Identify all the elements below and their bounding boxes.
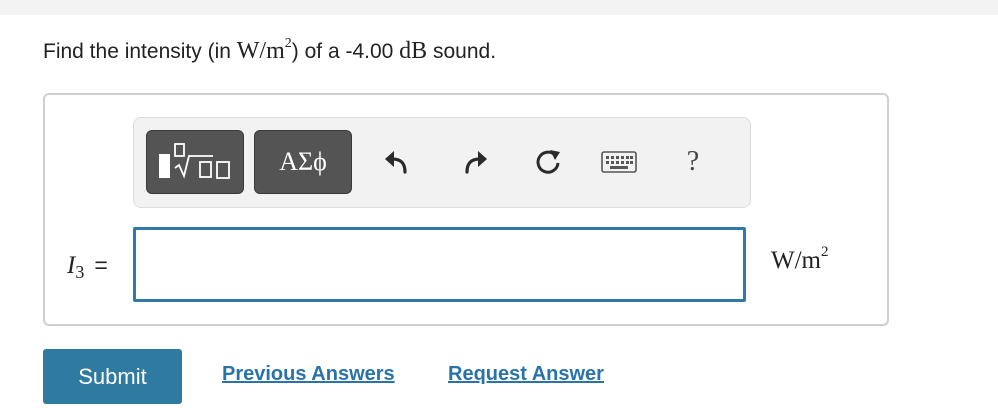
help-button[interactable]: ? (675, 144, 711, 180)
submit-button[interactable]: Submit (43, 349, 182, 404)
variable-subscript: 3 (75, 262, 85, 282)
question-suffix: sound. (427, 40, 497, 63)
fraction-sqrt-template-icon (159, 143, 230, 179)
top-bar (0, 0, 998, 15)
templates-button[interactable] (146, 130, 244, 194)
previous-answers-link[interactable]: Previous Answers (222, 363, 395, 386)
question-db-unit: dB (399, 38, 428, 64)
answer-unit-exponent: 2 (821, 244, 829, 260)
question-unit-main: W/m (236, 38, 285, 64)
redo-icon[interactable] (458, 144, 494, 180)
keyboard-icon[interactable] (600, 144, 638, 180)
request-answer-link[interactable]: Request Answer (448, 363, 604, 386)
question-unit-exponent: 2 (284, 36, 292, 51)
question-prefix: Find the intensity (in (43, 40, 237, 63)
answer-variable-label: I3 = (67, 252, 108, 282)
answer-unit-main: W/m (771, 247, 821, 274)
question-unit: W/m2 (236, 36, 292, 65)
symbols-button[interactable]: ΑΣϕ (254, 130, 352, 194)
math-toolbar: ΑΣϕ ? (133, 117, 751, 208)
question-middle: ) of a -4.00 (291, 40, 400, 63)
equals-sign: = (94, 252, 108, 278)
answer-units: W/m2 (771, 244, 829, 275)
answer-input[interactable] (133, 227, 746, 302)
reset-icon[interactable] (530, 144, 566, 180)
question-text: Find the intensity (in W/m2) of a -4.00 … (43, 36, 497, 65)
undo-icon[interactable] (378, 144, 414, 180)
